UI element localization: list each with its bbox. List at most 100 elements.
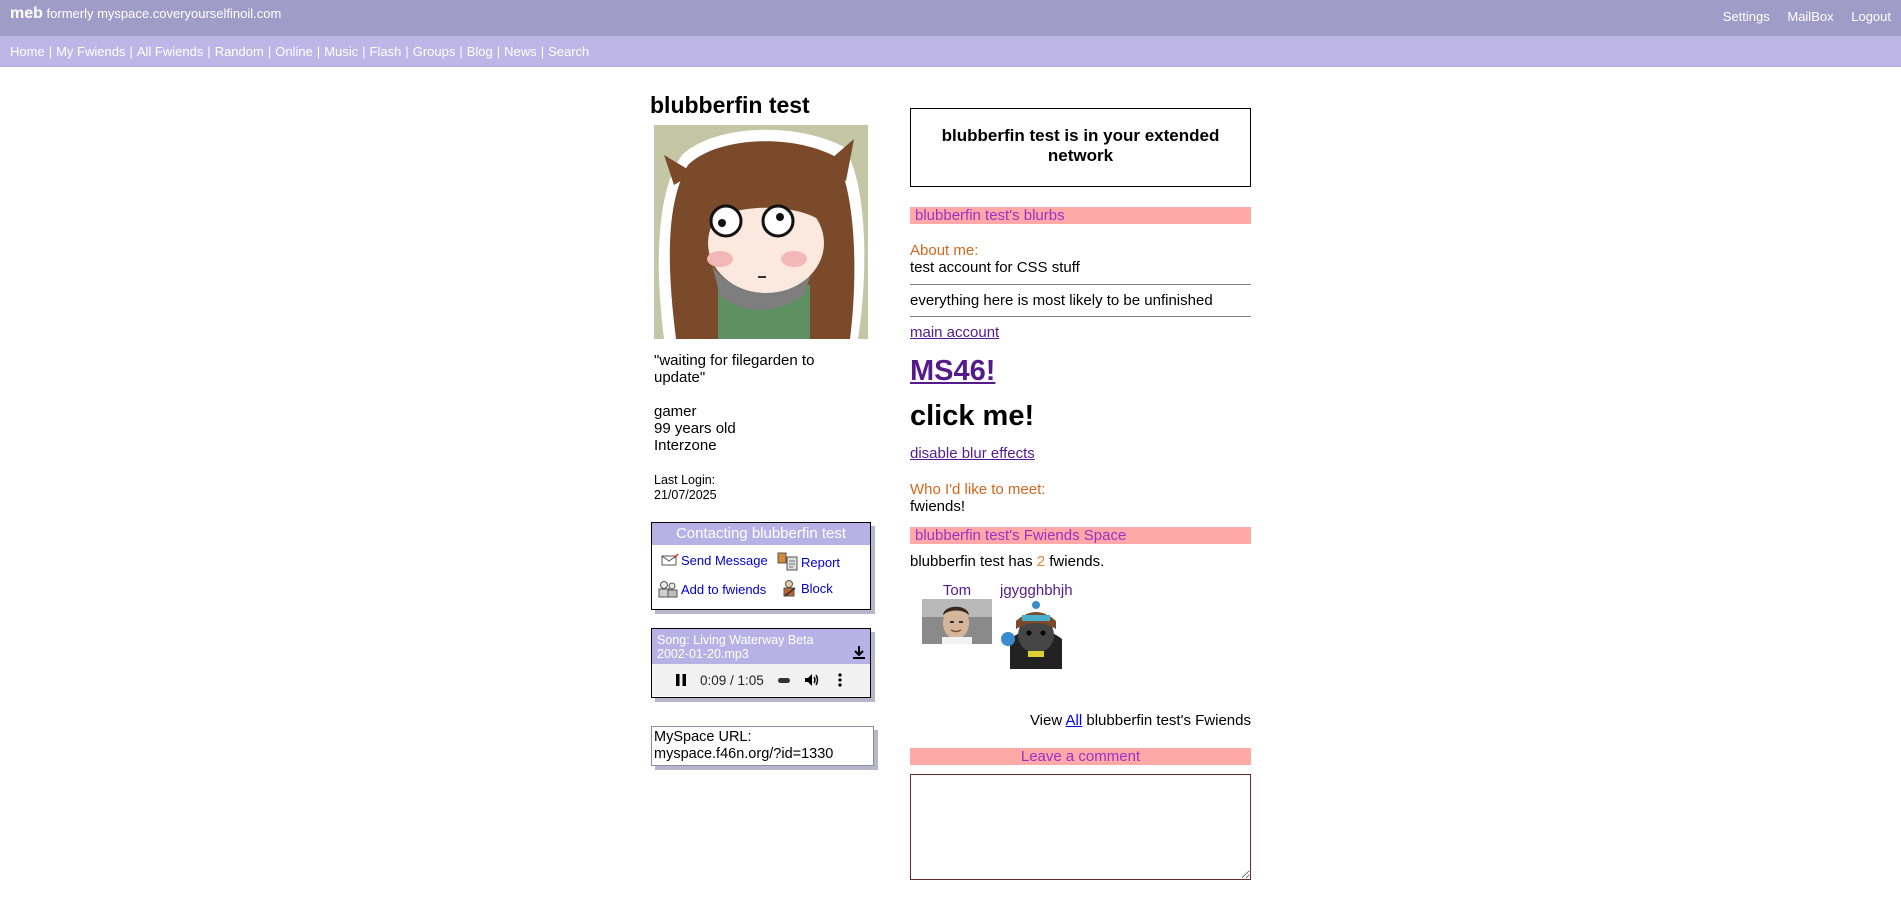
blurbs-header: blubberfin test's blurbs xyxy=(910,207,1251,224)
nav-blog[interactable]: Blog xyxy=(467,44,493,59)
fwiend-count: blubberfin test has 2 fwiends. xyxy=(910,553,1251,570)
block-button[interactable]: Block xyxy=(781,579,833,597)
fwiend-count-suffix: fwiends. xyxy=(1049,553,1105,570)
profile-left-column: blubberfin test "waiting for filegarden … xyxy=(650,92,880,766)
add-to-fwiends-label: Add to fwiends xyxy=(681,581,767,597)
nav-separator: | xyxy=(267,44,272,59)
profile-location: Interzone xyxy=(654,437,717,454)
fwiends-grid: Tom jgygghbhjh xyxy=(910,582,1251,702)
add-to-fwiends-button[interactable]: Add to fwiends xyxy=(657,579,766,599)
contact-box-title: Contacting blubberfin test xyxy=(652,523,870,545)
send-message-button[interactable]: Send Message xyxy=(661,551,768,569)
nav-separator: | xyxy=(459,44,463,59)
report-icon xyxy=(777,552,798,571)
audio-controls: 0:09 / 1:05 xyxy=(652,664,870,696)
view-all-suffix: blubberfin test's Fwiends xyxy=(1086,712,1251,729)
nav-groups[interactable]: Groups xyxy=(413,44,456,59)
fwiend-count-number: 2 xyxy=(1036,553,1046,570)
site-logo[interactable]: meb xyxy=(10,5,43,22)
disable-blur-link[interactable]: disable blur effects xyxy=(910,445,1035,462)
nav-search[interactable]: Search xyxy=(548,44,589,59)
seek-bar[interactable] xyxy=(777,677,790,683)
comment-textarea[interactable] xyxy=(910,774,1251,880)
site-former-name: formerly myspace.coveryourselfinoil.com xyxy=(46,6,282,21)
profile-avatar xyxy=(654,125,868,339)
profile-url[interactable]: myspace.f46n.org/?id=1330 xyxy=(654,746,871,763)
profile-status: "waiting for filegarden to update" xyxy=(654,352,815,386)
pause-icon[interactable] xyxy=(674,673,688,687)
add-friend-icon xyxy=(658,581,678,598)
main-nav: Home | My Fwiends | All Fwiends | Random | Onlin… xyxy=(0,36,1901,67)
divider xyxy=(910,284,1251,285)
profile-url-label: MySpace URL: xyxy=(654,729,752,745)
nav-separator: | xyxy=(496,44,501,59)
about-me-note: everything here is most likely to be unf… xyxy=(910,292,1213,309)
nav-flash[interactable]: Flash xyxy=(370,44,402,59)
playback-time: 0:09 / 1:05 xyxy=(700,672,764,688)
profile-right-column: blubberfin test is in your extended netw… xyxy=(910,108,1251,880)
report-button[interactable]: Report xyxy=(777,551,840,573)
leave-comment-header: Leave a comment xyxy=(910,748,1251,765)
fwiend-name[interactable]: jgygghbhjh xyxy=(1000,582,1072,599)
who-to-meet-label: Who I'd like to meet: xyxy=(910,481,1046,498)
contact-actions: Send Message Report Add to fwiends Block xyxy=(652,545,870,609)
nav-separator: | xyxy=(129,44,133,59)
last-login-date: 21/07/2025 xyxy=(654,488,717,502)
nav-home[interactable]: Home xyxy=(10,44,45,59)
envelope-icon xyxy=(661,553,679,566)
fwiend-count-prefix: blubberfin test has xyxy=(910,553,1033,570)
more-options-icon[interactable] xyxy=(838,673,842,687)
nav-separator: | xyxy=(540,44,545,59)
fwiend-avatar[interactable] xyxy=(922,599,992,644)
block-icon xyxy=(783,580,796,597)
block-label: Block xyxy=(801,580,833,596)
fwiend-card[interactable]: jgygghbhjh xyxy=(1000,582,1072,669)
profile-url-box: MySpace URL: myspace.f46n.org/?id=1330 xyxy=(651,726,874,766)
report-label: Report xyxy=(801,554,841,570)
view-all-link[interactable]: All xyxy=(1066,712,1083,729)
about-me-text: test account for CSS stuff xyxy=(910,259,1080,276)
profile-age: 99 years old xyxy=(654,420,736,437)
last-login: Last Login: 21/07/2025 xyxy=(654,473,880,503)
click-me-text[interactable]: click me! xyxy=(910,400,1251,433)
nav-online[interactable]: Online xyxy=(275,44,313,59)
last-login-label: Last Login: xyxy=(654,473,716,487)
music-player: Song: Living Waterway Beta 2002-01-20.mp… xyxy=(651,628,871,698)
view-all-prefix: View xyxy=(1029,712,1063,729)
nav-music[interactable]: Music xyxy=(324,44,358,59)
logout-link[interactable]: Logout xyxy=(1851,9,1891,24)
fwiend-card[interactable]: Tom xyxy=(922,582,992,644)
download-icon[interactable] xyxy=(851,644,867,660)
nav-separator: | xyxy=(48,44,53,59)
nav-news[interactable]: News xyxy=(504,44,537,59)
ms46-link[interactable]: MS46! xyxy=(910,355,995,387)
main-account-link[interactable]: main account xyxy=(910,324,999,341)
profile-name: blubberfin test xyxy=(650,92,810,118)
profile-details: gamer 99 years old Interzone xyxy=(654,403,880,454)
contact-box: Contacting blubberfin test Send Message … xyxy=(651,522,871,610)
extended-network-box: blubberfin test is in your extended netw… xyxy=(910,108,1251,187)
nav-all-fwiends[interactable]: All Fwiends xyxy=(137,44,203,59)
volume-icon[interactable] xyxy=(804,672,820,688)
who-to-meet-text: fwiends! xyxy=(910,498,966,515)
mailbox-link[interactable]: MailBox xyxy=(1787,9,1833,24)
divider xyxy=(910,316,1251,317)
settings-link[interactable]: Settings xyxy=(1723,9,1770,24)
song-title-bar: Song: Living Waterway Beta 2002-01-20.mp… xyxy=(652,629,870,664)
account-links: Settings MailBox Logout xyxy=(1709,9,1891,24)
about-me-label: About me: xyxy=(910,242,979,259)
send-message-label: Send Message xyxy=(681,552,768,568)
nav-separator: | xyxy=(207,44,211,59)
fwiend-avatar[interactable] xyxy=(1000,599,1072,669)
fwiends-space-header: blubberfin test's Fwiends Space xyxy=(910,527,1251,544)
song-title: Song: Living Waterway Beta 2002-01-20.mp… xyxy=(657,633,814,661)
nav-separator: | xyxy=(316,44,321,59)
fwiend-name[interactable]: Tom xyxy=(922,582,992,599)
nav-separator: | xyxy=(405,44,409,59)
nav-my-fwiends[interactable]: My Fwiends xyxy=(56,44,125,59)
site-brand[interactable]: meb formerly myspace.coveryourselfinoil.… xyxy=(10,5,281,23)
view-all-fwiends: View All blubberfin test's Fwiends xyxy=(910,712,1251,729)
nav-separator: | xyxy=(362,44,366,59)
nav-random[interactable]: Random xyxy=(215,44,264,59)
top-bar: meb formerly myspace.coveryourselfinoil.… xyxy=(0,0,1901,36)
